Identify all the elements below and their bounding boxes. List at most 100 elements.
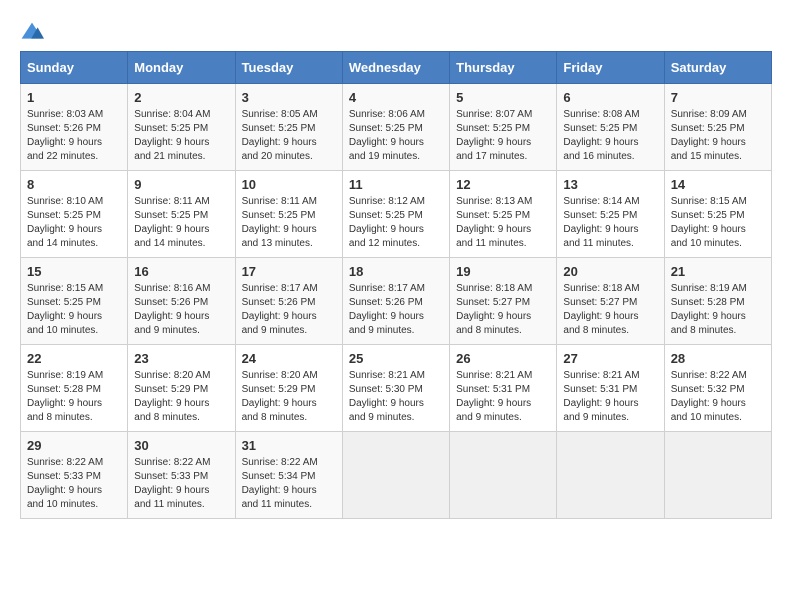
day-number: 26 xyxy=(456,351,550,366)
day-number: 9 xyxy=(134,177,228,192)
day-detail: Sunrise: 8:20 AMSunset: 5:29 PMDaylight:… xyxy=(242,369,336,425)
day-detail: Sunrise: 8:17 AMSunset: 5:26 PMDaylight:… xyxy=(349,282,443,338)
day-number: 14 xyxy=(671,177,765,192)
day-number: 10 xyxy=(242,177,336,192)
day-number: 4 xyxy=(349,90,443,105)
calendar-cell xyxy=(557,432,664,519)
calendar-cell: 2 Sunrise: 8:04 AMSunset: 5:25 PMDaylight… xyxy=(128,84,235,171)
day-detail: Sunrise: 8:09 AMSunset: 5:25 PMDaylight:… xyxy=(671,108,765,164)
day-number: 7 xyxy=(671,90,765,105)
day-number: 8 xyxy=(27,177,121,192)
logo xyxy=(20,20,48,41)
calendar-cell: 15 Sunrise: 8:15 AMSunset: 5:25 PMDayligh… xyxy=(21,258,128,345)
day-number: 11 xyxy=(349,177,443,192)
calendar-cell: 12 Sunrise: 8:13 AMSunset: 5:25 PMDayligh… xyxy=(450,171,557,258)
calendar-cell: 4 Sunrise: 8:06 AMSunset: 5:25 PMDaylight… xyxy=(342,84,449,171)
calendar-cell: 19 Sunrise: 8:18 AMSunset: 5:27 PMDayligh… xyxy=(450,258,557,345)
day-number: 22 xyxy=(27,351,121,366)
day-detail: Sunrise: 8:22 AMSunset: 5:32 PMDaylight:… xyxy=(671,369,765,425)
calendar-cell: 14 Sunrise: 8:15 AMSunset: 5:25 PMDayligh… xyxy=(664,171,771,258)
calendar-week-row: 8Sunrise: 8:10 AMSunset: 5:25 PMDaylight… xyxy=(21,171,772,258)
day-number: 30 xyxy=(134,438,228,453)
calendar-week-row: 1 Sunrise: 8:03 AMSunset: 5:26 PMDaylight… xyxy=(21,84,772,171)
day-number: 25 xyxy=(349,351,443,366)
day-detail: Sunrise: 8:22 AMSunset: 5:33 PMDaylight:… xyxy=(27,456,121,512)
header-tuesday: Tuesday xyxy=(235,52,342,84)
day-number: 21 xyxy=(671,264,765,279)
calendar-cell: 30 Sunrise: 8:22 AMSunset: 5:33 PMDayligh… xyxy=(128,432,235,519)
day-number: 15 xyxy=(27,264,121,279)
calendar-cell: 28 Sunrise: 8:22 AMSunset: 5:32 PMDayligh… xyxy=(664,345,771,432)
calendar-cell: 1 Sunrise: 8:03 AMSunset: 5:26 PMDaylight… xyxy=(21,84,128,171)
day-detail: Sunrise: 8:14 AMSunset: 5:25 PMDaylight:… xyxy=(563,195,657,251)
calendar-cell: 8Sunrise: 8:10 AMSunset: 5:25 PMDaylight… xyxy=(21,171,128,258)
header-wednesday: Wednesday xyxy=(342,52,449,84)
day-detail: Sunrise: 8:11 AMSunset: 5:25 PMDaylight:… xyxy=(134,195,228,251)
day-number: 5 xyxy=(456,90,550,105)
day-detail: Sunrise: 8:17 AMSunset: 5:26 PMDaylight:… xyxy=(242,282,336,338)
calendar-cell: 27 Sunrise: 8:21 AMSunset: 5:31 PMDayligh… xyxy=(557,345,664,432)
calendar-header-row: SundayMondayTuesdayWednesdayThursdayFrid… xyxy=(21,52,772,84)
day-number: 28 xyxy=(671,351,765,366)
day-detail: Sunrise: 8:13 AMSunset: 5:25 PMDaylight:… xyxy=(456,195,550,251)
day-detail: Sunrise: 8:06 AMSunset: 5:25 PMDaylight:… xyxy=(349,108,443,164)
header-saturday: Saturday xyxy=(664,52,771,84)
calendar-cell: 31Sunrise: 8:22 AMSunset: 5:34 PMDayligh… xyxy=(235,432,342,519)
calendar-week-row: 29 Sunrise: 8:22 AMSunset: 5:33 PMDayligh… xyxy=(21,432,772,519)
day-number: 3 xyxy=(242,90,336,105)
calendar-cell xyxy=(664,432,771,519)
day-number: 1 xyxy=(27,90,121,105)
day-detail: Sunrise: 8:18 AMSunset: 5:27 PMDaylight:… xyxy=(456,282,550,338)
day-detail: Sunrise: 8:05 AMSunset: 5:25 PMDaylight:… xyxy=(242,108,336,164)
calendar-cell: 5Sunrise: 8:07 AMSunset: 5:25 PMDaylight… xyxy=(450,84,557,171)
calendar-cell: 17Sunrise: 8:17 AMSunset: 5:26 PMDayligh… xyxy=(235,258,342,345)
day-number: 12 xyxy=(456,177,550,192)
day-number: 24 xyxy=(242,351,336,366)
header-friday: Friday xyxy=(557,52,664,84)
day-detail: Sunrise: 8:19 AMSunset: 5:28 PMDaylight:… xyxy=(27,369,121,425)
day-detail: Sunrise: 8:03 AMSunset: 5:26 PMDaylight:… xyxy=(27,108,121,164)
calendar-cell: 29 Sunrise: 8:22 AMSunset: 5:33 PMDayligh… xyxy=(21,432,128,519)
calendar-cell xyxy=(450,432,557,519)
day-number: 29 xyxy=(27,438,121,453)
day-detail: Sunrise: 8:12 AMSunset: 5:25 PMDaylight:… xyxy=(349,195,443,251)
header-monday: Monday xyxy=(128,52,235,84)
calendar-cell: 24 Sunrise: 8:20 AMSunset: 5:29 PMDayligh… xyxy=(235,345,342,432)
calendar-cell: 6Sunrise: 8:08 AMSunset: 5:25 PMDaylight… xyxy=(557,84,664,171)
day-number: 27 xyxy=(563,351,657,366)
day-number: 16 xyxy=(134,264,228,279)
day-number: 19 xyxy=(456,264,550,279)
calendar-cell: 7 Sunrise: 8:09 AMSunset: 5:25 PMDaylight… xyxy=(664,84,771,171)
day-number: 13 xyxy=(563,177,657,192)
day-detail: Sunrise: 8:15 AMSunset: 5:25 PMDaylight:… xyxy=(671,195,765,251)
calendar-cell: 3 Sunrise: 8:05 AMSunset: 5:25 PMDaylight… xyxy=(235,84,342,171)
header-thursday: Thursday xyxy=(450,52,557,84)
calendar-cell: 13 Sunrise: 8:14 AMSunset: 5:25 PMDayligh… xyxy=(557,171,664,258)
calendar-cell: 18Sunrise: 8:17 AMSunset: 5:26 PMDayligh… xyxy=(342,258,449,345)
day-number: 20 xyxy=(563,264,657,279)
day-detail: Sunrise: 8:21 AMSunset: 5:31 PMDaylight:… xyxy=(563,369,657,425)
day-detail: Sunrise: 8:21 AMSunset: 5:30 PMDaylight:… xyxy=(349,369,443,425)
calendar-cell: 16 Sunrise: 8:16 AMSunset: 5:26 PMDayligh… xyxy=(128,258,235,345)
day-detail: Sunrise: 8:11 AMSunset: 5:25 PMDaylight:… xyxy=(242,195,336,251)
day-number: 2 xyxy=(134,90,228,105)
calendar-cell: 25 Sunrise: 8:21 AMSunset: 5:30 PMDayligh… xyxy=(342,345,449,432)
calendar-cell: 21 Sunrise: 8:19 AMSunset: 5:28 PMDayligh… xyxy=(664,258,771,345)
day-detail: Sunrise: 8:08 AMSunset: 5:25 PMDaylight:… xyxy=(563,108,657,164)
header-sunday: Sunday xyxy=(21,52,128,84)
calendar-cell: 23Sunrise: 8:20 AMSunset: 5:29 PMDayligh… xyxy=(128,345,235,432)
calendar-cell xyxy=(342,432,449,519)
day-detail: Sunrise: 8:18 AMSunset: 5:27 PMDaylight:… xyxy=(563,282,657,338)
calendar-week-row: 15 Sunrise: 8:15 AMSunset: 5:25 PMDayligh… xyxy=(21,258,772,345)
calendar-table: SundayMondayTuesdayWednesdayThursdayFrid… xyxy=(20,51,772,519)
logo-icon xyxy=(20,21,44,41)
day-detail: Sunrise: 8:19 AMSunset: 5:28 PMDaylight:… xyxy=(671,282,765,338)
calendar-cell: 20 Sunrise: 8:18 AMSunset: 5:27 PMDayligh… xyxy=(557,258,664,345)
calendar-week-row: 22 Sunrise: 8:19 AMSunset: 5:28 PMDayligh… xyxy=(21,345,772,432)
day-detail: Sunrise: 8:22 AMSunset: 5:33 PMDaylight:… xyxy=(134,456,228,512)
day-detail: Sunrise: 8:04 AMSunset: 5:25 PMDaylight:… xyxy=(134,108,228,164)
day-detail: Sunrise: 8:16 AMSunset: 5:26 PMDaylight:… xyxy=(134,282,228,338)
calendar-cell: 10 Sunrise: 8:11 AMSunset: 5:25 PMDayligh… xyxy=(235,171,342,258)
day-detail: Sunrise: 8:15 AMSunset: 5:25 PMDaylight:… xyxy=(27,282,121,338)
calendar-cell: 22 Sunrise: 8:19 AMSunset: 5:28 PMDayligh… xyxy=(21,345,128,432)
